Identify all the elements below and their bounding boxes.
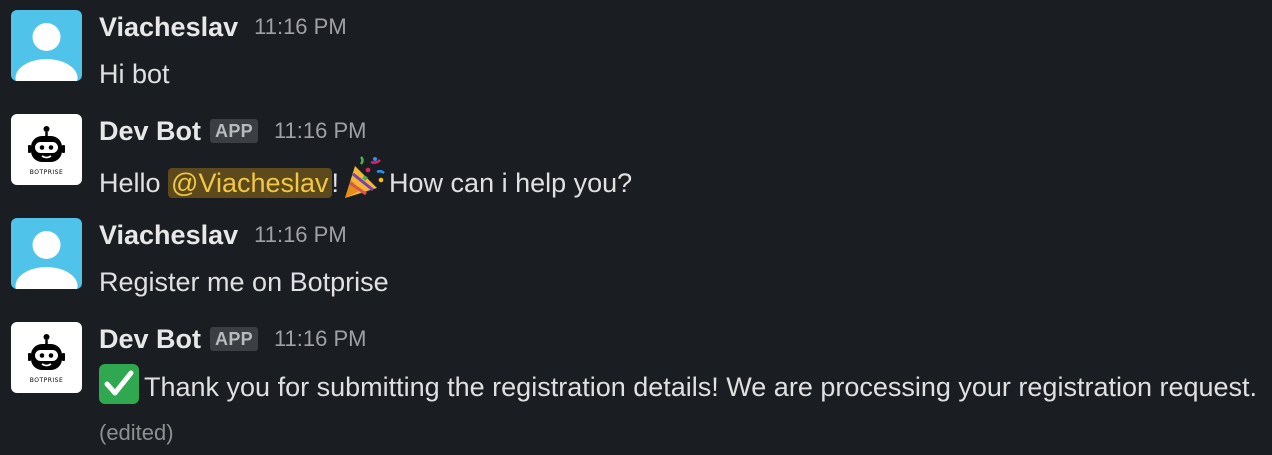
check-mark-button-icon bbox=[99, 364, 139, 404]
timestamp[interactable]: 11:16 PM bbox=[274, 326, 367, 352]
message-body-text: Thank you for submitting the registratio… bbox=[144, 372, 1258, 402]
avatar-label: BOTPRISE bbox=[29, 169, 64, 176]
sender-name[interactable]: Viacheslav bbox=[99, 220, 238, 251]
message-text: Hi bot bbox=[99, 59, 170, 89]
sender-name[interactable]: Viacheslav bbox=[99, 12, 238, 43]
user-mention[interactable]: @Viacheslav bbox=[168, 168, 332, 198]
sender-name[interactable]: Dev Bot bbox=[99, 116, 201, 147]
message-text: Thank you for submitting the registratio… bbox=[99, 364, 1262, 455]
botprise-robot-icon[interactable]: BOTPRISE bbox=[11, 114, 82, 185]
message-text: Register me on Botprise bbox=[99, 267, 389, 297]
botprise-robot-icon[interactable]: BOTPRISE bbox=[11, 322, 82, 393]
app-badge: APP bbox=[210, 327, 258, 351]
message-header: Dev Bot APP 11:16 PM bbox=[99, 322, 366, 356]
party-popper-icon bbox=[341, 156, 387, 213]
timestamp[interactable]: 11:16 PM bbox=[254, 222, 347, 248]
text-after: How can i help you? bbox=[389, 168, 633, 198]
message-header: Viacheslav 11:16 PM bbox=[99, 10, 347, 44]
app-badge: APP bbox=[210, 119, 258, 143]
timestamp[interactable]: 11:16 PM bbox=[254, 14, 347, 40]
user-avatar-icon[interactable] bbox=[11, 218, 82, 289]
message-header: Viacheslav 11:16 PM bbox=[99, 218, 347, 252]
user-avatar-icon[interactable] bbox=[11, 10, 82, 81]
timestamp[interactable]: 11:16 PM bbox=[274, 118, 367, 144]
text-middle: ! bbox=[331, 168, 340, 198]
edited-label: (edited) bbox=[99, 420, 174, 445]
message-text: Hello @Viacheslav! How can i help you? bbox=[99, 156, 1262, 213]
avatar-label: BOTPRISE bbox=[29, 377, 64, 384]
message-header: Dev Bot APP 11:16 PM bbox=[99, 114, 366, 148]
sender-name[interactable]: Dev Bot bbox=[99, 324, 201, 355]
text-before: Hello bbox=[99, 168, 169, 198]
